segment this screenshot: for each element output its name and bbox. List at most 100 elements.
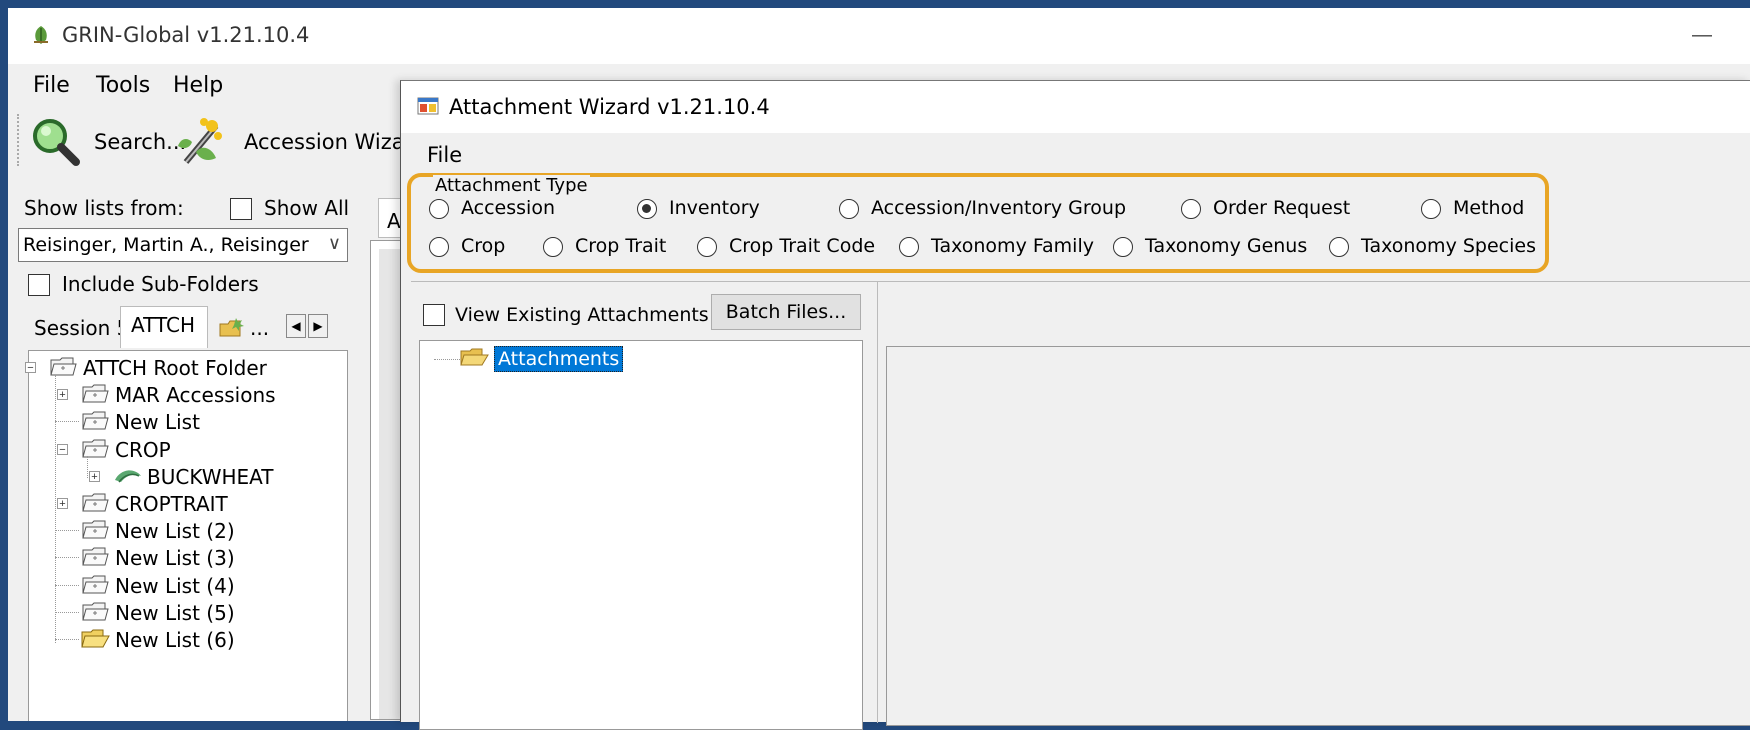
folder-icon [82,493,109,512]
tree-node-label: New List (2) [115,519,235,544]
tree-node-label: CROPTRAIT [115,492,228,516]
tree-connector [55,639,79,640]
accession-wizard-label: Accession Wizard [244,130,427,154]
expand-plus-icon[interactable]: + [57,498,68,510]
list-tabstrip: Session 5 ATTCH ... ◀ ▶ [28,306,358,348]
radio-label: Taxonomy Species [1361,235,1536,257]
tree-node-label: BUCKWHEAT [147,464,274,489]
main-menubar: File Tools Help [8,68,448,100]
tab-more[interactable]: ... [250,316,269,348]
menu-tools[interactable]: Tools [96,73,150,98]
show-all-checkbox[interactable]: Show All [230,196,350,220]
batch-files-button[interactable]: Batch Files... [711,294,861,330]
tab-attch[interactable]: ATTCH [120,306,208,348]
tab-scroll-left-button[interactable]: ◀ [286,314,306,338]
folder-icon [82,520,109,539]
collapse-minus-icon[interactable]: − [25,362,36,374]
include-subfolders-checkbox[interactable]: Include Sub-Folders [28,272,259,296]
dialog-menu-file[interactable]: File [427,143,462,167]
include-subfolders-label: Include Sub-Folders [62,272,259,296]
radio-circle-icon[interactable] [1329,237,1349,257]
tree-node-label: New List (4) [115,573,235,598]
expand-plus-icon[interactable]: + [57,389,68,401]
radio-circle-icon[interactable] [697,237,717,257]
radio-circle-icon[interactable] [637,199,657,219]
folder-icon [82,439,109,458]
radio-circle-icon[interactable] [839,199,859,219]
tree-connector [55,375,56,643]
new-folder-icon[interactable] [218,316,246,340]
folder-icon [82,602,109,621]
attachment-type-legend: Attachment Type [433,175,590,196]
collapse-minus-icon[interactable]: − [57,443,68,455]
wizard-plant-icon [178,118,222,164]
tree-node-label: New List (5) [115,600,235,625]
tree-connector [434,359,460,360]
tree-connector [55,557,79,559]
attachments-tree: Attachments [419,340,863,730]
tab-session-5[interactable]: Session 5 [34,316,129,348]
folder-icon [82,411,109,430]
main-titlebar: GRIN-Global v1.21.10.4 — [8,8,1750,64]
show-all-label: Show All [264,196,350,220]
radio-label: Crop [461,235,506,257]
radio-circle-icon[interactable] [1181,199,1201,219]
folder-icon [50,357,77,376]
folder-icon [82,384,109,403]
radio-label: Accession/Inventory Group [871,197,1127,219]
tree-node-label: CROP [115,437,171,462]
show-all-checkbox-box[interactable] [230,198,252,220]
dialog-app-icon [417,97,439,115]
folder-open-icon [460,348,489,366]
attachment-type-group: Attachment Type Accession Inventory Access… [407,173,1747,273]
attachments-pane: View Existing Attachments Batch Files...… [411,281,881,730]
radio-circle-icon[interactable] [429,237,449,257]
radio-circle-icon[interactable] [543,237,563,257]
grin-global-app-icon [34,26,48,44]
include-subfolders-checkbox-box[interactable] [28,274,50,296]
tab-scroll-right-button[interactable]: ▶ [308,314,328,338]
dialog-titlebar: Attachment Wizard v1.21.10.4 [401,81,1750,133]
menu-file[interactable]: File [33,73,70,98]
toolbar-grip[interactable] [17,114,22,166]
radio-label: Taxonomy Genus [1145,235,1308,257]
preview-pane [877,281,1750,726]
app-title: GRIN-Global v1.21.10.4 [62,23,310,47]
tree-connector [55,421,79,423]
attachment-wizard-dialog: Attachment Wizard v1.21.10.4 File Attach… [400,80,1750,730]
chevron-down-icon: ∨ [327,233,341,253]
tree-connector [55,584,79,586]
list-tree: − ATTCH Root Folder + MAR Accessions New Lis… [25,350,348,721]
tree-node-label: New List [115,410,200,435]
crop-icon [115,470,141,483]
radio-label: Inventory [669,197,760,219]
radio-label: Order Request [1213,197,1351,219]
radio-label: Taxonomy Family [931,235,1094,257]
main-toolbar: Search... Accession Wizard [8,108,448,188]
tree-node-label: MAR Accessions [115,383,276,408]
owner-select[interactable]: Reisinger, Martin A., Reisinger Resc ∨ [18,228,348,262]
minimize-button[interactable]: — [1682,24,1722,50]
folder-open-icon [81,629,110,648]
tree-node-label: New List (6) [115,628,235,652]
show-lists-from-label: Show lists from: [24,196,184,220]
radio-circle-icon[interactable] [899,237,919,257]
owner-select-value: Reisinger, Martin A., Reisinger Resc [23,234,313,256]
view-existing-checkbox-box[interactable] [423,304,445,326]
menu-help[interactable]: Help [173,73,223,98]
radio-label: Crop Trait Code [729,235,876,257]
radio-circle-icon[interactable] [429,199,449,219]
view-existing-attachments-label: View Existing Attachments [455,304,709,326]
tree-connector [87,456,88,478]
radio-circle-icon[interactable] [1421,199,1441,219]
radio-label: Crop Trait [575,235,667,257]
expand-plus-icon[interactable]: + [89,470,100,482]
attachments-node-label: Attachments [494,346,624,372]
radio-label: Method [1453,197,1525,219]
radio-circle-icon[interactable] [1113,237,1133,257]
preview-area [886,346,1750,726]
tree-node-label: ATTCH Root Folder [83,356,267,380]
tree-connector [55,530,79,532]
folder-icon [82,575,109,594]
radio-label: Accession [461,197,555,219]
